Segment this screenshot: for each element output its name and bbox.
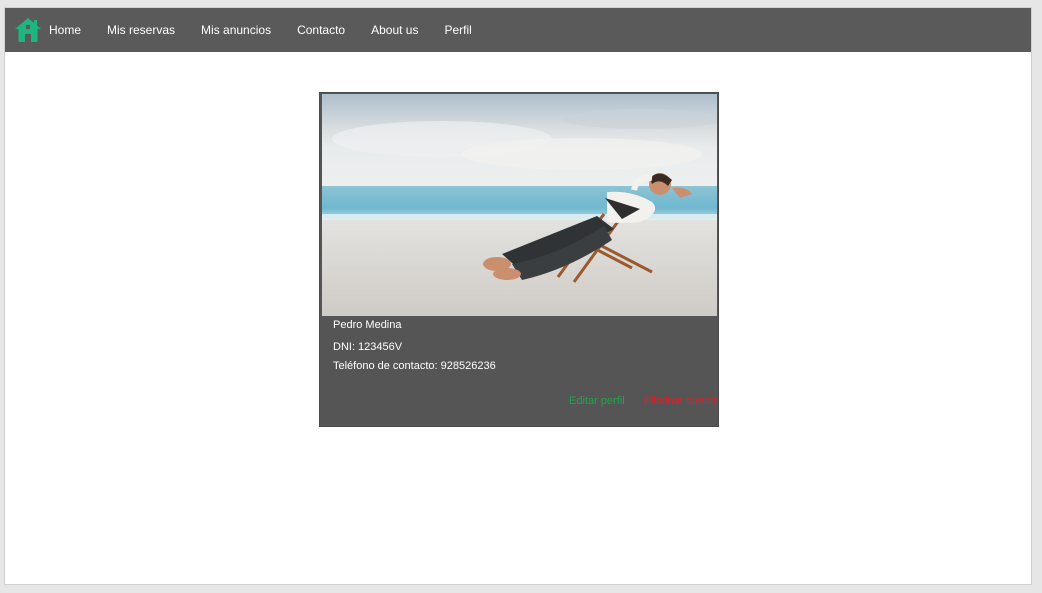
top-navbar: Home Mis reservas Mis anuncios Contacto … — [5, 8, 1031, 52]
nav-item-home[interactable]: Home — [49, 23, 81, 37]
delete-account-button[interactable]: Eliminar cuenta — [644, 395, 717, 407]
nav-item-about-us[interactable]: About us — [371, 23, 418, 37]
profile-dni: DNI: 123456V — [333, 341, 403, 353]
edit-profile-button[interactable]: Editar perfil — [569, 395, 625, 407]
home-icon[interactable] — [11, 13, 45, 47]
browser-viewport: Home Mis reservas Mis anuncios Contacto … — [4, 7, 1032, 585]
profile-photo — [322, 94, 717, 316]
profile-card: Pedro Medina DNI: 123456V Teléfono de co… — [319, 92, 719, 427]
profile-name: Pedro Medina — [333, 319, 402, 331]
profile-phone: Teléfono de contacto: 928526236 — [333, 360, 496, 372]
nav-item-mis-reservas[interactable]: Mis reservas — [107, 23, 175, 37]
nav-item-perfil[interactable]: Perfil — [444, 23, 471, 37]
profile-actions: Editar perfil Eliminar cuenta — [569, 395, 717, 411]
nav-item-mis-anuncios[interactable]: Mis anuncios — [201, 23, 271, 37]
nav-item-contacto[interactable]: Contacto — [297, 23, 345, 37]
